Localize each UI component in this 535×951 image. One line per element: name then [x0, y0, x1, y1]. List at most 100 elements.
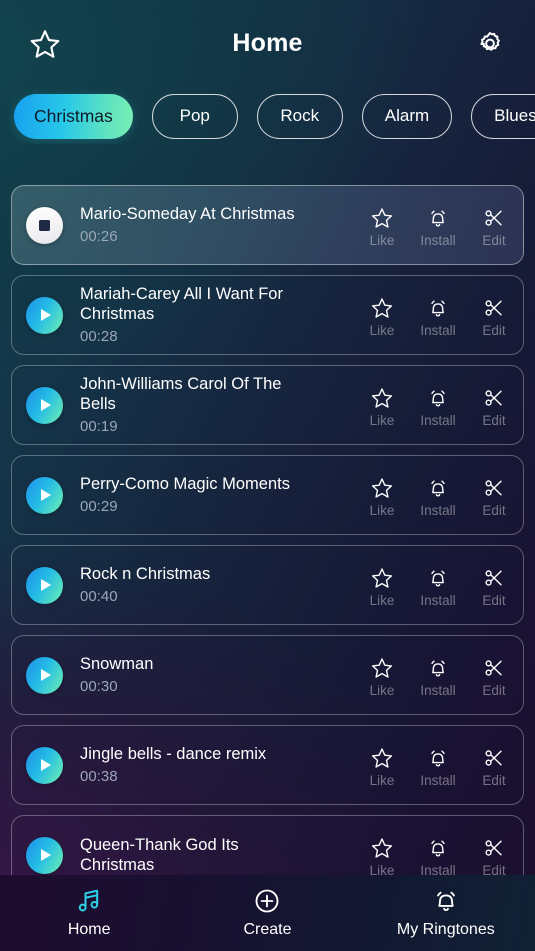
song-actions: Like Install Edit: [365, 472, 511, 518]
like-label: Like: [369, 413, 395, 428]
page-title: Home: [232, 28, 303, 57]
install-button[interactable]: Install: [420, 836, 456, 875]
song-title: John-Williams Carol Of The Bells: [80, 375, 282, 413]
play-button[interactable]: [26, 296, 63, 334]
song-title: Mario-Someday At Christmas: [80, 205, 295, 223]
song-duration: 00:38: [80, 768, 118, 785]
scissors-icon: [482, 746, 506, 770]
category-chip-blues[interactable]: Blues &: [471, 93, 535, 139]
edit-label: Edit: [482, 773, 506, 788]
edit-label: Edit: [482, 863, 506, 875]
star-outline-icon: [370, 656, 394, 680]
stop-button[interactable]: [26, 206, 63, 244]
song-title: Perry-Como Magic Moments: [80, 475, 290, 493]
nav-item-home[interactable]: Home: [0, 887, 178, 939]
star-outline-icon: [370, 296, 394, 320]
bell-outline-icon: [426, 386, 450, 410]
play-button[interactable]: [26, 836, 63, 874]
play-button[interactable]: [26, 566, 63, 604]
play-triangle-icon: [41, 399, 51, 411]
install-button[interactable]: Install: [420, 386, 456, 428]
install-button[interactable]: Install: [420, 746, 456, 788]
song-actions: Like Install Edit: [365, 202, 511, 248]
like-label: Like: [369, 233, 395, 248]
install-button[interactable]: Install: [420, 476, 456, 518]
settings-button[interactable]: [467, 21, 513, 67]
like-button[interactable]: Like: [365, 386, 399, 428]
edit-button[interactable]: Edit: [477, 566, 511, 608]
install-button[interactable]: Install: [420, 566, 456, 608]
song-row[interactable]: John-Williams Carol Of The Bells 00:19 Lik…: [11, 365, 524, 445]
song-duration: 00:30: [80, 678, 118, 695]
nav-item-label: My Ringtones: [396, 921, 495, 938]
category-chip-alarm[interactable]: Alarm: [361, 93, 453, 139]
install-label: Install: [420, 773, 456, 788]
song-list[interactable]: Mario-Someday At Christmas 00:26 Like Insta…: [0, 181, 535, 875]
like-button[interactable]: Like: [365, 296, 399, 338]
edit-button[interactable]: Edit: [477, 836, 511, 875]
install-label: Install: [420, 503, 456, 518]
edit-label: Edit: [482, 233, 506, 248]
edit-label: Edit: [482, 503, 506, 518]
like-button[interactable]: Like: [365, 746, 399, 788]
category-chip-label: Blues &: [494, 106, 535, 125]
song-meta: Mariah-Carey All I Want For Christmas 00:…: [63, 284, 365, 346]
like-label: Like: [369, 683, 395, 698]
song-actions: Like Install Edit: [365, 562, 511, 608]
category-chip-christmas[interactable]: Christmas: [14, 93, 133, 139]
like-label: Like: [369, 323, 395, 338]
edit-button[interactable]: Edit: [477, 476, 511, 518]
scissors-icon: [482, 836, 506, 860]
scissors-icon: [482, 206, 506, 230]
song-row[interactable]: Perry-Como Magic Moments 00:29 Like Install…: [11, 455, 524, 535]
bell-outline-icon: [426, 476, 450, 500]
play-button[interactable]: [26, 476, 63, 514]
edit-button[interactable]: Edit: [477, 656, 511, 698]
category-chip-label: Rock: [280, 106, 320, 125]
play-button[interactable]: [26, 386, 63, 424]
song-row[interactable]: Mariah-Carey All I Want For Christmas 00:…: [11, 275, 524, 355]
install-button[interactable]: Install: [420, 296, 456, 338]
song-row[interactable]: Mario-Someday At Christmas 00:26 Like Insta…: [11, 185, 524, 265]
song-title: Mariah-Carey All I Want For Christmas: [80, 285, 283, 323]
edit-button[interactable]: Edit: [477, 746, 511, 788]
bell-outline-icon: [426, 296, 450, 320]
play-triangle-icon: [41, 309, 51, 321]
bell-outline-icon: [426, 656, 450, 680]
scissors-icon: [482, 476, 506, 500]
play-triangle-icon: [41, 759, 51, 771]
song-row[interactable]: Jingle bells - dance remix 00:38 Like Insta…: [11, 725, 524, 805]
like-button[interactable]: Like: [365, 836, 399, 875]
edit-button[interactable]: Edit: [477, 206, 511, 248]
song-row[interactable]: Snowman 00:30 Like Install Edit: [11, 635, 524, 715]
song-actions: Like Install Edit: [365, 292, 511, 338]
nav-item-label: Home: [67, 921, 111, 938]
category-chip-row[interactable]: Christmas Pop Rock Alarm Blues &: [0, 88, 535, 144]
song-duration: 00:28: [80, 328, 118, 345]
play-button[interactable]: [26, 656, 63, 694]
song-actions: Like Install Edit: [365, 742, 511, 788]
song-meta: Queen-Thank God Its Christmas: [63, 835, 365, 875]
category-chip-rock[interactable]: Rock: [256, 93, 343, 139]
install-button[interactable]: Install: [420, 656, 456, 698]
category-chip-pop[interactable]: Pop: [151, 93, 238, 139]
favorites-button[interactable]: [22, 21, 68, 67]
like-button[interactable]: Like: [365, 476, 399, 518]
bell-icon: [432, 887, 460, 915]
like-button[interactable]: Like: [365, 206, 399, 248]
nav-item-create[interactable]: Create: [178, 887, 356, 939]
like-button[interactable]: Like: [365, 566, 399, 608]
edit-button[interactable]: Edit: [477, 386, 511, 428]
song-row[interactable]: Rock n Christmas 00:40 Like Install Edit: [11, 545, 524, 625]
edit-button[interactable]: Edit: [477, 296, 511, 338]
install-button[interactable]: Install: [420, 206, 456, 248]
song-duration: 00:40: [80, 588, 118, 605]
song-row[interactable]: Queen-Thank God Its Christmas Like Install…: [11, 815, 524, 875]
play-button[interactable]: [26, 746, 63, 784]
scissors-icon: [482, 386, 506, 410]
nav-item-my-ringtones[interactable]: My Ringtones: [357, 887, 535, 939]
like-button[interactable]: Like: [365, 656, 399, 698]
bell-outline-icon: [426, 566, 450, 590]
star-outline-icon: [370, 206, 394, 230]
song-meta: Jingle bells - dance remix 00:38: [63, 744, 365, 786]
